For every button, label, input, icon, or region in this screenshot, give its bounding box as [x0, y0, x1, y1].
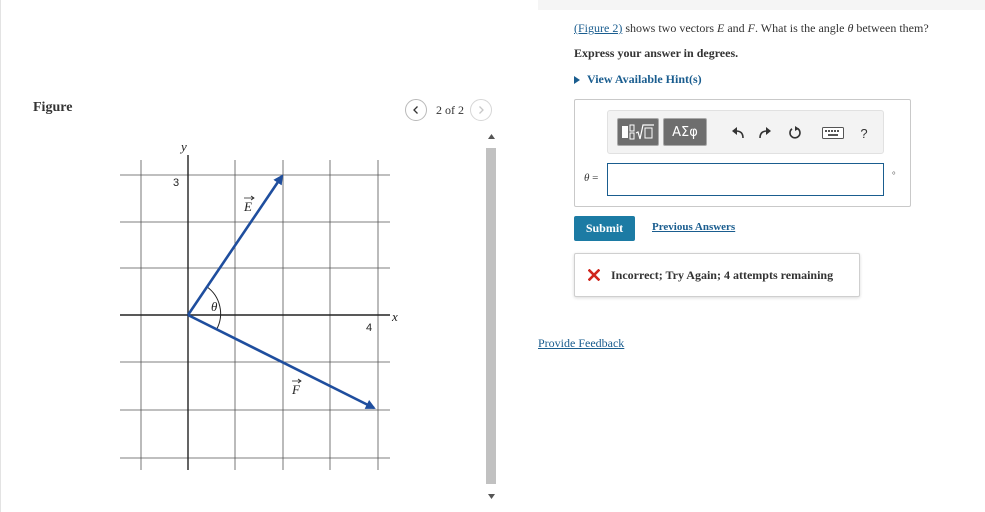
reset-icon: [789, 126, 801, 139]
vector-e-label: E: [243, 195, 255, 214]
answer-variable-label: θ =: [584, 172, 598, 184]
figure-link[interactable]: (Figure 2): [574, 21, 622, 35]
submit-button[interactable]: Submit: [574, 216, 635, 241]
angle-label: θ: [211, 299, 218, 314]
equals-sign: =: [589, 172, 599, 184]
scroll-thumb[interactable]: [486, 148, 496, 484]
caret-right-icon: [574, 75, 580, 84]
provide-feedback-link[interactable]: Provide Feedback: [538, 336, 624, 351]
question-fragment: and: [724, 21, 748, 35]
feedback-text: Incorrect; Try Again; 4 attempts remaini…: [611, 267, 834, 282]
vector-e-letter: E: [243, 199, 252, 214]
reset-button[interactable]: [786, 124, 804, 142]
caret-down-icon: [487, 493, 495, 499]
answer-input[interactable]: [607, 163, 884, 196]
vector-f-symbol: F: [747, 21, 756, 35]
figure-pane: Figure 2 of 2 y x 3 4 θ E F: [0, 0, 532, 512]
question-fragment: shows two vectors: [622, 21, 717, 35]
templates-button[interactable]: [617, 118, 659, 146]
top-bar: [538, 0, 985, 10]
vector-f-letter: F: [291, 382, 301, 397]
keyboard-icon: [822, 127, 844, 139]
unit-label: °: [892, 170, 896, 180]
help-button[interactable]: ?: [855, 124, 873, 142]
math-toolbar: ΑΣφ ?: [607, 110, 884, 154]
redo-button[interactable]: [756, 124, 774, 142]
redo-icon: [759, 127, 771, 139]
undo-button[interactable]: [729, 124, 747, 142]
templates-icon: [622, 124, 654, 140]
question-fragment: . What is the angle: [755, 21, 848, 35]
hints-label: View Available Hint(s): [587, 72, 702, 86]
vector-f-arrow: [187, 313, 376, 410]
vector-f-label: F: [291, 378, 302, 397]
feedback-message: Incorrect; Try Again; 4 attempts remaini…: [574, 253, 860, 297]
figure-scrollbar[interactable]: [484, 128, 498, 504]
x-axis-label: x: [391, 309, 398, 324]
previous-answers-link[interactable]: Previous Answers: [652, 221, 735, 233]
question-text: (Figure 2) shows two vectors E and F. Wh…: [574, 21, 929, 36]
keyboard-button[interactable]: [821, 124, 845, 142]
vector-figure: y x 3 4 θ E F: [120, 139, 398, 470]
question-fragment: between them?: [853, 21, 929, 35]
scroll-up-arrow[interactable]: [484, 128, 498, 144]
x-icon: [587, 268, 601, 282]
x-tick-label: 4: [366, 322, 372, 334]
y-tick-label: 3: [173, 177, 179, 189]
caret-up-icon: [487, 133, 495, 139]
scroll-down-arrow[interactable]: [484, 488, 498, 504]
symbols-button[interactable]: ΑΣφ: [663, 118, 707, 146]
y-axis-label: y: [179, 139, 187, 154]
answer-box: ΑΣφ ? θ = °: [574, 99, 911, 207]
instruction-text: Express your answer in degrees.: [574, 46, 739, 60]
view-hints-toggle[interactable]: View Available Hint(s): [574, 72, 702, 87]
undo-icon: [732, 127, 744, 139]
